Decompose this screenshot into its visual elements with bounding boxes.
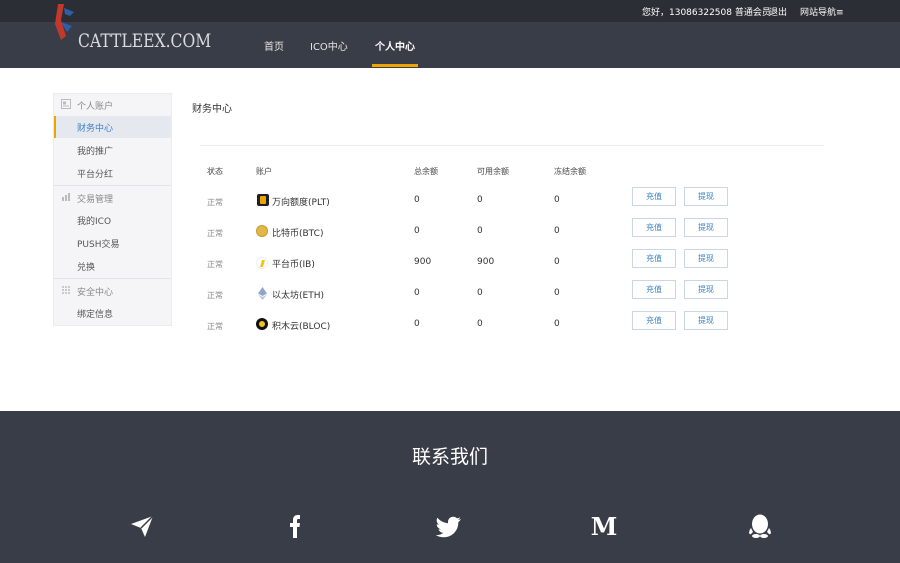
twitter-icon[interactable] xyxy=(436,512,464,540)
user-greeting: 您好，13086322508 普通会员 xyxy=(642,8,771,18)
logo-text: CATTLEEX.COM xyxy=(78,30,212,52)
row-frozen: 0 xyxy=(554,319,560,329)
row-status: 正常 xyxy=(207,260,223,269)
row-available: 0 xyxy=(477,195,483,205)
withdraw-button[interactable]: 提现 xyxy=(684,218,728,237)
telegram-icon[interactable] xyxy=(128,512,156,540)
sidebar-item-my-ico[interactable]: 我的ICO xyxy=(54,209,171,231)
withdraw-button[interactable]: 提现 xyxy=(684,311,728,330)
row-available: 0 xyxy=(477,288,483,298)
chart-icon xyxy=(62,193,70,201)
page-title: 财务中心 xyxy=(192,104,232,115)
sidebar-divider xyxy=(54,278,171,279)
bloc-coin-icon xyxy=(256,318,268,330)
sidebar-item-label: 我的推广 xyxy=(77,147,114,157)
nav-ico-center[interactable]: ICO中心 xyxy=(310,38,348,53)
recharge-button[interactable]: 充值 xyxy=(632,280,676,299)
sidebar-item-label: PUSH交易 xyxy=(77,240,120,250)
row-total: 0 xyxy=(414,288,420,298)
medium-icon[interactable]: M xyxy=(590,512,618,540)
active-nav-indicator xyxy=(372,64,418,67)
row-account: 比特币(BTC) xyxy=(272,229,324,239)
nav-personal-center[interactable]: 个人中心 xyxy=(375,38,415,53)
ib-coin-icon xyxy=(256,257,268,269)
svg-text:M: M xyxy=(591,512,618,540)
row-account: 积木云(BLOC) xyxy=(272,322,331,332)
sidebar-divider xyxy=(54,185,171,186)
footer-title: 联系我们 xyxy=(411,446,488,468)
sidebar-item-label: 兑换 xyxy=(77,263,96,273)
sidebar-group-security: 安全中心 xyxy=(54,280,171,302)
column-header-total: 总余额 xyxy=(414,167,438,176)
sidebar-item-bind-info[interactable]: 绑定信息 xyxy=(54,302,171,324)
withdraw-button[interactable]: 提现 xyxy=(684,280,728,299)
sidebar-item-push-trade[interactable]: PUSH交易 xyxy=(54,232,171,254)
sidebar-group-label: 交易管理 xyxy=(77,195,114,205)
row-total: 0 xyxy=(414,195,420,205)
sidebar-item-finance[interactable]: 财务中心 xyxy=(54,116,171,138)
row-available: 0 xyxy=(477,226,483,236)
withdraw-button[interactable]: 提现 xyxy=(684,187,728,206)
row-status: 正常 xyxy=(207,198,223,207)
eth-coin-icon xyxy=(258,287,267,300)
sidebar-item-dividend[interactable]: 平台分红 xyxy=(54,162,171,184)
sidebar-item-promotion[interactable]: 我的推广 xyxy=(54,139,171,161)
nav-home[interactable]: 首页 xyxy=(264,38,284,53)
content-divider xyxy=(200,145,824,146)
row-available: 900 xyxy=(477,257,495,267)
btc-coin-icon xyxy=(256,225,268,237)
footer xyxy=(0,411,900,563)
user-icon xyxy=(61,99,71,109)
sidebar-item-label: 平台分红 xyxy=(77,170,114,180)
row-account: 平台币(IB) xyxy=(272,260,315,270)
grid-icon xyxy=(62,286,70,294)
sidebar-item-label: 财务中心 xyxy=(77,124,114,134)
column-header-account: 账户 xyxy=(256,167,272,176)
column-header-status: 状态 xyxy=(207,167,223,176)
sidebar-group-label: 安全中心 xyxy=(77,288,114,298)
row-status: 正常 xyxy=(207,291,223,300)
column-header-frozen: 冻结余额 xyxy=(554,167,586,176)
sidebar-item-exchange[interactable]: 兑换 xyxy=(54,255,171,277)
row-total: 0 xyxy=(414,226,420,236)
row-frozen: 0 xyxy=(554,226,560,236)
sidebar: 个人账户 财务中心 我的推广 平台分红 交易管理 我的ICO PUSH交易 兑换… xyxy=(53,93,172,326)
sidebar-group-trade: 交易管理 xyxy=(54,187,171,209)
row-account: 以太坊(ETH) xyxy=(272,291,324,301)
recharge-button[interactable]: 充值 xyxy=(632,249,676,268)
row-status: 正常 xyxy=(207,229,223,238)
column-header-available: 可用余额 xyxy=(477,167,509,176)
row-frozen: 0 xyxy=(554,257,560,267)
row-available: 0 xyxy=(477,319,483,329)
logout-link[interactable]: 退出 xyxy=(769,5,787,18)
withdraw-button[interactable]: 提现 xyxy=(684,249,728,268)
plt-coin-icon xyxy=(257,194,269,206)
sidebar-group-account: 个人账户 xyxy=(54,94,171,116)
sidebar-group-label: 个人账户 xyxy=(77,102,114,112)
row-frozen: 0 xyxy=(554,195,560,205)
row-frozen: 0 xyxy=(554,288,560,298)
recharge-button[interactable]: 充值 xyxy=(632,311,676,330)
qq-icon[interactable] xyxy=(746,512,774,540)
recharge-button[interactable]: 充值 xyxy=(632,218,676,237)
logo-mark-icon xyxy=(55,4,74,40)
site-nav-link[interactable]: 网站导航≡ xyxy=(800,5,844,18)
facebook-icon[interactable] xyxy=(281,512,309,540)
recharge-button[interactable]: 充值 xyxy=(632,187,676,206)
sidebar-item-label: 我的ICO xyxy=(77,217,112,227)
row-total: 0 xyxy=(414,319,420,329)
row-status: 正常 xyxy=(207,322,223,331)
row-account: 万向额度(PLT) xyxy=(272,198,330,208)
sidebar-item-label: 绑定信息 xyxy=(77,310,114,320)
row-total: 900 xyxy=(414,257,432,267)
